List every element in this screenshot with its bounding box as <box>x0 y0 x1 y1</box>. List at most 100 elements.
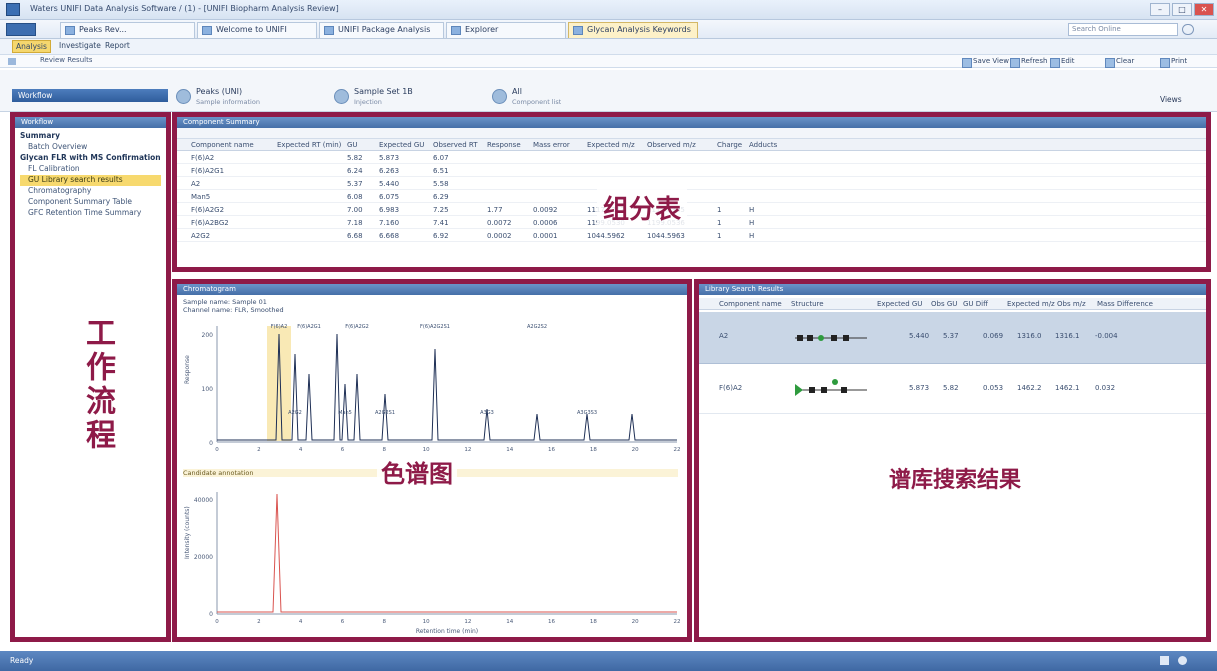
column-header[interactable]: Adducts <box>749 141 777 149</box>
x-tick-label: 22 <box>674 619 681 625</box>
column-header[interactable]: Expected m/z <box>1007 300 1055 308</box>
y-tick-label: 40000 <box>194 497 213 504</box>
column-header[interactable]: Charge <box>717 141 742 149</box>
workflow-list: Summary Batch Overview Glycan FLR with M… <box>15 129 166 221</box>
column-header[interactable]: Expected GU <box>379 141 424 149</box>
ribbon-tab-analysis[interactable]: Analysis <box>12 40 51 53</box>
table-cell: 6.075 <box>379 193 400 201</box>
ribbon-tab-report[interactable]: Report <box>102 40 133 53</box>
table-row[interactable]: Man5 6.08 6.075 6.29 <box>177 191 1206 203</box>
table-row[interactable]: A2 5.37 5.440 5.58 <box>177 178 1206 190</box>
table-row[interactable]: F(6)A2BG27.187.1607.410.00720.00061199.0… <box>177 217 1206 229</box>
arrow-icon[interactable] <box>1160 656 1169 665</box>
tab-glycan-analysis[interactable]: Glycan Analysis Keywords <box>568 22 698 38</box>
column-header[interactable]: Structure <box>791 300 824 308</box>
back-icon[interactable] <box>8 58 16 65</box>
chromatogram-overlay-label: 色谱图 <box>377 454 457 489</box>
workflow-item[interactable]: FL Calibration <box>20 164 161 175</box>
column-header[interactable]: Component name <box>191 141 254 149</box>
minimize-button[interactable]: – <box>1150 3 1170 16</box>
workflow-dropdown[interactable]: Workflow <box>12 89 168 102</box>
tab-peaks-review[interactable]: Peaks Rev... <box>60 22 195 38</box>
workflow-item[interactable]: Component Summary Table <box>20 197 161 208</box>
search-input[interactable]: Search Online <box>1068 23 1178 36</box>
table-cell: 5.58 <box>433 180 449 188</box>
column-header[interactable]: Component name <box>719 300 782 308</box>
refresh-button[interactable]: Refresh <box>1010 57 1047 68</box>
y-tick-label: 0 <box>209 611 213 618</box>
x-tick-label: 0 <box>215 619 219 625</box>
table-cell: 0.0006 <box>533 219 558 227</box>
column-header[interactable]: Observed m/z <box>647 141 696 149</box>
table-cell: 6.668 <box>379 232 400 240</box>
workflow-item[interactable]: Glycan FLR with MS Confirmation <box>20 153 161 164</box>
nav-item-sample-set[interactable]: Sample Set 1B Injection <box>334 87 413 109</box>
table-row[interactable]: F(6)A2G27.006.9837.251.770.00921117.6213… <box>177 204 1206 216</box>
table-cell: 1 <box>717 219 722 227</box>
table-cell: F(6)A2 <box>191 154 215 162</box>
y-axis-label: Response <box>184 355 191 384</box>
table-cell: 1044.5963 <box>647 232 685 240</box>
table-cell: A2 <box>191 180 201 188</box>
tab-package-analysis[interactable]: UNIFI Package Analysis <box>319 22 444 38</box>
tab-explorer[interactable]: Explorer <box>446 22 566 38</box>
x-axis-label: Retention time (min) <box>416 628 478 635</box>
x-tick-label: 4 <box>299 447 303 453</box>
tab-welcome[interactable]: Welcome to UNIFI <box>197 22 317 38</box>
nav-item-all[interactable]: All Component list <box>492 87 561 109</box>
column-header[interactable]: Expected GU <box>877 300 922 308</box>
workflow-item-selected[interactable]: GU Library search results <box>20 175 161 186</box>
lower-trace-group: 40000 20000 0 Intensity (counts) 0 2 4 6 8 10 12 14… <box>184 492 681 635</box>
home-icon <box>202 26 212 35</box>
column-header[interactable]: GU <box>347 141 358 149</box>
library-row[interactable]: F(6)A2 5.873 5.82 0.053 1462.2 1462.1 0.… <box>699 366 1206 414</box>
peak-label: A3G3 <box>480 410 494 416</box>
library-row-selected[interactable]: A2 5.440 5.37 0.069 1316.0 1316.1 -0.004 <box>699 312 1206 364</box>
table-cell: 5.873 <box>379 154 400 162</box>
table-cell: 1 <box>717 206 722 214</box>
table-cell: 7.00 <box>347 206 363 214</box>
save-view-button[interactable]: Save View <box>962 57 1009 68</box>
column-header[interactable]: Response <box>487 141 521 149</box>
document-icon <box>573 26 583 35</box>
library-overlay-label: 谱库搜索结果 <box>889 462 1022 494</box>
clear-button[interactable]: Clear <box>1105 57 1134 68</box>
nav-item-sample[interactable]: Peaks (UNI) Sample information <box>176 87 260 109</box>
app-menu-button[interactable] <box>6 23 36 36</box>
search-icon[interactable] <box>1182 24 1194 35</box>
column-header[interactable]: Mass error <box>533 141 570 149</box>
refresh-icon[interactable] <box>1178 656 1187 665</box>
views-button[interactable]: Views <box>1160 95 1182 104</box>
column-header[interactable]: GU Diff <box>963 300 988 308</box>
workflow-item[interactable]: Summary <box>20 131 161 142</box>
x-tick-label: 2 <box>257 447 261 453</box>
y-tick-label: 20000 <box>194 554 213 561</box>
close-button[interactable]: ✕ <box>1194 3 1214 16</box>
x-tick-label: 12 <box>464 619 471 625</box>
workflow-item[interactable]: Batch Overview <box>20 142 161 153</box>
column-header[interactable]: Observed RT <box>433 141 478 149</box>
print-button[interactable]: Print <box>1160 57 1187 68</box>
column-header[interactable]: Expected m/z <box>587 141 635 149</box>
x-tick-label: 16 <box>548 619 555 625</box>
workflow-item[interactable]: Chromatography <box>20 186 161 197</box>
x-tick-label: 16 <box>548 447 555 453</box>
peak-label: A2G2S1 <box>375 410 395 416</box>
x-tick-label: 18 <box>590 447 597 453</box>
column-header[interactable]: Obs GU <box>931 300 957 308</box>
x-tick-label: 22 <box>674 447 681 453</box>
table-row[interactable]: A2G2 6.68 6.668 6.92 0.0002 0.0001 1044.5962 10… <box>177 230 1206 242</box>
column-header[interactable]: Expected RT (min) <box>277 141 341 149</box>
edit-button[interactable]: Edit <box>1050 57 1075 68</box>
table-cell: 6.51 <box>433 167 449 175</box>
table-row[interactable]: F(6)A2 5.82 5.873 6.07 <box>177 152 1206 164</box>
ribbon-bar: Analysis Investigate Report <box>0 39 1217 54</box>
column-header[interactable]: Obs m/z <box>1057 300 1086 308</box>
table-cell: 7.25 <box>433 206 449 214</box>
column-header[interactable]: Mass Difference <box>1097 300 1153 308</box>
globe-icon <box>492 89 507 104</box>
table-row[interactable]: F(6)A2G1 6.24 6.263 6.51 <box>177 165 1206 177</box>
maximize-button[interactable]: □ <box>1172 3 1192 16</box>
ribbon-tab-investigate[interactable]: Investigate <box>56 40 104 53</box>
workflow-item[interactable]: GFC Retention Time Summary <box>20 208 161 219</box>
